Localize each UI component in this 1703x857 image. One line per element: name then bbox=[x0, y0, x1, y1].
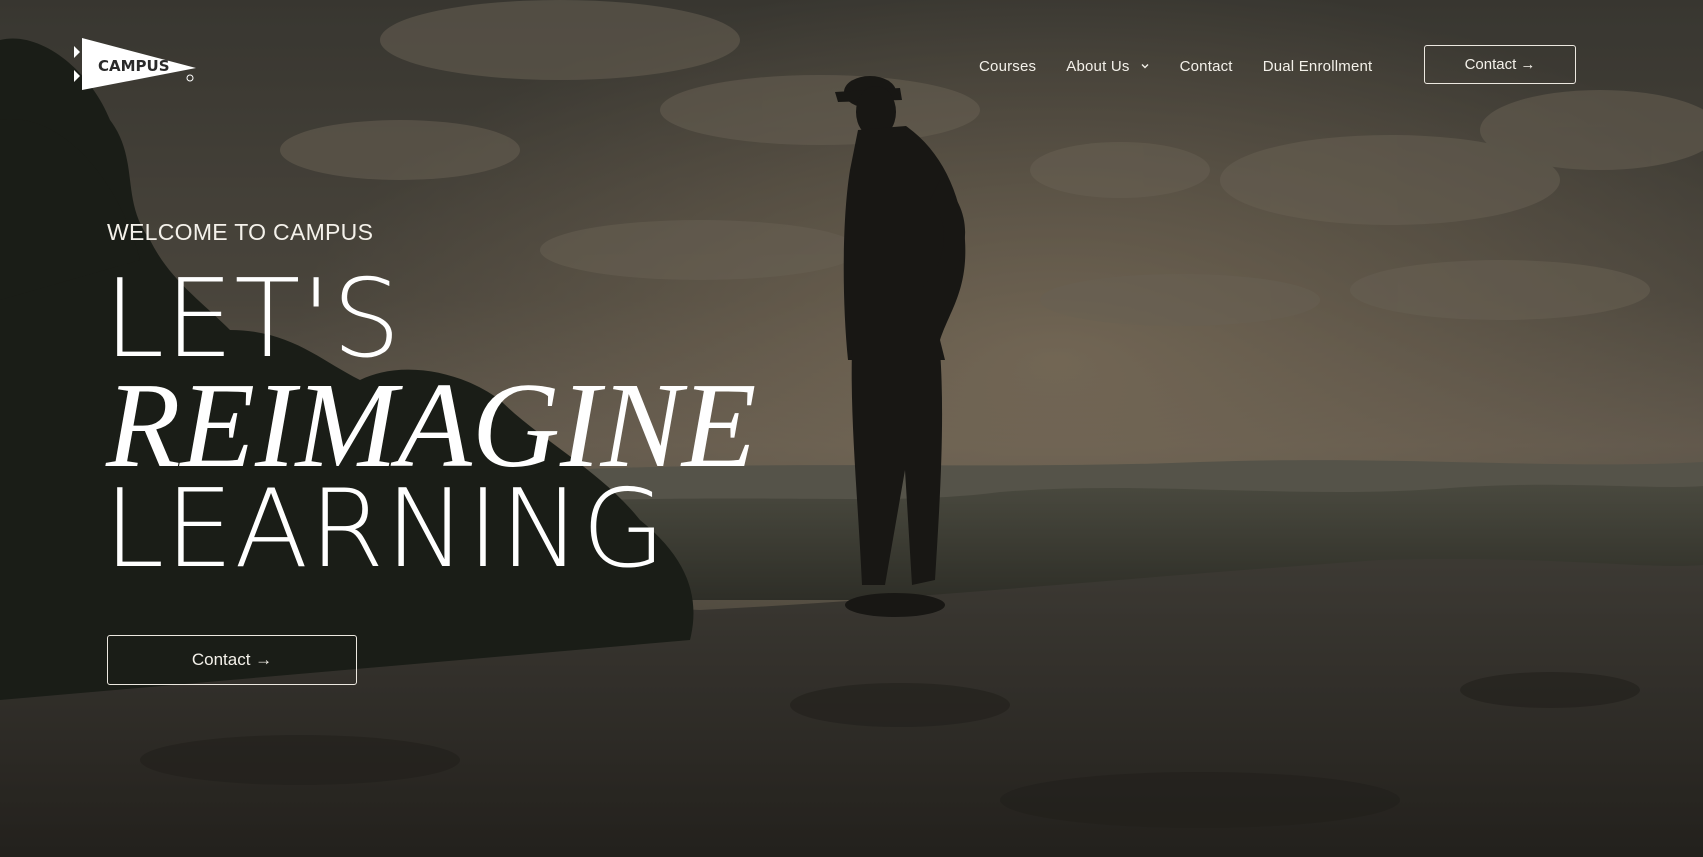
nav-item-about-us[interactable]: About Us bbox=[1066, 58, 1149, 75]
nav-item-label: Dual Enrollment bbox=[1262, 57, 1373, 75]
campus-logo[interactable]: CAMPUS bbox=[74, 36, 198, 94]
nav-item-dual-enrollment[interactable]: Dual Enrollment bbox=[1263, 58, 1373, 75]
hero-contact-label: Contact → bbox=[191, 650, 273, 669]
hero-contact-button[interactable]: Contact → bbox=[107, 635, 357, 685]
header-contact-button[interactable]: Contact → bbox=[1424, 45, 1576, 84]
nav-item-label: Courses bbox=[979, 57, 1037, 75]
headline-line-1: LET'S bbox=[104, 257, 402, 382]
hero-eyebrow: WELCOME TO CAMPUS bbox=[107, 219, 374, 245]
main-nav: Courses About Us Contact Dual Enrollment bbox=[979, 56, 1372, 76]
nav-item-label: About Us bbox=[1066, 57, 1130, 75]
hero-section: CAMPUS Courses About Us Contact Dual Enr… bbox=[0, 0, 1703, 857]
chevron-down-icon bbox=[1141, 64, 1149, 69]
headline-line-3: LEARNING bbox=[104, 467, 667, 592]
logo-text: CAMPUS bbox=[98, 57, 170, 75]
headline-line-2: REIMAGINE bbox=[106, 358, 757, 493]
hero-headline: LET'S REIMAGINE LEARNING bbox=[104, 257, 757, 592]
header-contact-label: Contact → bbox=[1464, 56, 1536, 73]
nav-item-label: Contact bbox=[1179, 57, 1233, 75]
nav-item-contact[interactable]: Contact bbox=[1180, 58, 1233, 75]
nav-item-courses[interactable]: Courses bbox=[979, 58, 1036, 75]
